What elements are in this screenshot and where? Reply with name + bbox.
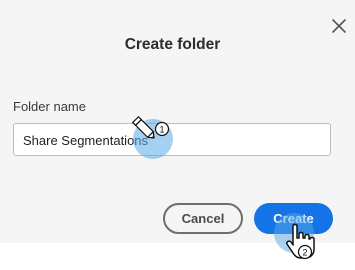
- folder-name-input[interactable]: Share Segmentations: [13, 123, 331, 156]
- create-button[interactable]: Create: [254, 203, 333, 234]
- folder-name-label: Folder name: [13, 99, 86, 114]
- create-folder-dialog: Create folder Folder name Share Segmenta…: [0, 0, 355, 243]
- create-button-label: Create: [273, 211, 314, 226]
- step2-badge: 2: [297, 244, 313, 260]
- close-button[interactable]: [329, 16, 349, 36]
- close-icon: [332, 19, 346, 33]
- cancel-button[interactable]: Cancel: [163, 203, 243, 234]
- folder-name-value: Share Segmentations: [23, 133, 149, 148]
- step2-number: 2: [302, 248, 307, 258]
- cancel-button-label: Cancel: [181, 211, 225, 226]
- dialog-title: Create folder: [124, 36, 221, 53]
